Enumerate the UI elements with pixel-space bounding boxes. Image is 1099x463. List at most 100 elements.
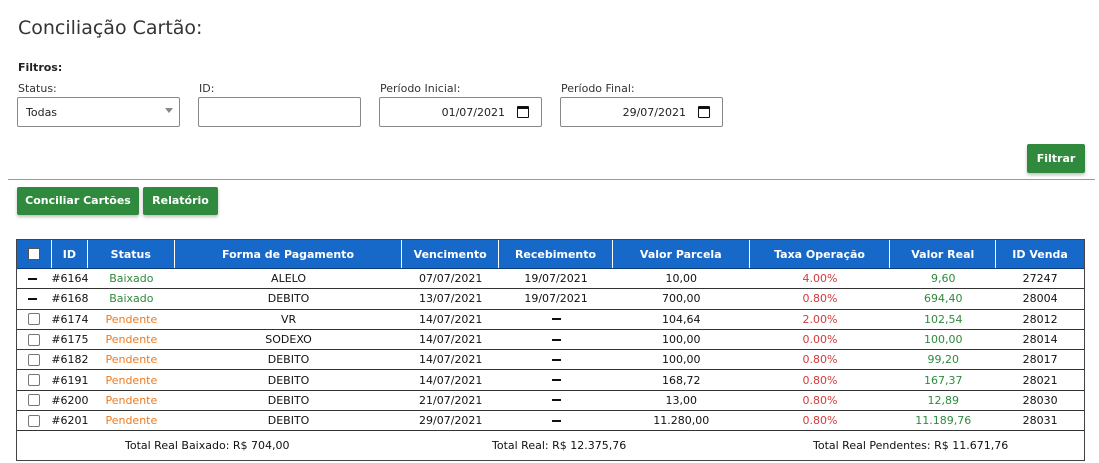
cell-status: Pendente (105, 333, 158, 347)
cell-recebimento (499, 310, 613, 329)
row-select-cell (17, 310, 52, 329)
cell-valor-real: 11.189,76 (915, 414, 972, 428)
cell-valor-real: 99,20 (927, 353, 960, 367)
row-checkbox[interactable] (28, 353, 40, 366)
total-real: Total Real: R$ 12.375,76 (492, 439, 627, 453)
row-checkbox[interactable] (28, 313, 40, 326)
cell-vencimento: 29/07/2021 (419, 414, 483, 428)
cell-forma-pagamento: VR (280, 312, 297, 326)
table-row[interactable]: #6191 Pendente DEBITO 14/07/2021 168,72 0.80%… (17, 370, 1084, 391)
periodo-final-input[interactable]: 29/07/2021 (560, 97, 723, 127)
cell-vencimento: 14/07/2021 (419, 373, 483, 387)
cell-recebimento (499, 330, 613, 349)
cell-vencimento: 14/07/2021 (419, 333, 483, 347)
col-header-recebimento[interactable]: Recebimento (499, 240, 613, 268)
filtrar-button[interactable]: Filtrar (1027, 144, 1085, 173)
periodo-inicial-label: Período Inicial: (380, 82, 461, 95)
cell-id-venda: 28004 (1022, 292, 1058, 306)
minus-icon (551, 338, 561, 341)
page-title: Conciliação Cartão: (18, 17, 203, 39)
divider (8, 179, 1095, 180)
table-body: #6164 Baixado ALELO 07/07/2021 19/07/2021 10,… (17, 269, 1084, 432)
cell-valor-real: 12,89 (927, 393, 960, 407)
row-checkbox[interactable] (28, 394, 40, 407)
cell-vencimento: 14/07/2021 (419, 353, 483, 367)
row-select-cell (17, 370, 52, 389)
cell-valor-parcela: 13,00 (665, 393, 698, 407)
cell-recebimento: 19/07/2021 (499, 289, 613, 308)
calendar-icon[interactable] (517, 106, 529, 118)
cell-id: #6168 (51, 292, 89, 306)
col-header-taxa-operacao[interactable]: Taxa Operação (750, 240, 891, 268)
cell-status: Pendente (105, 393, 158, 407)
cell-valor-parcela: 100,00 (662, 333, 701, 347)
col-header-id-venda[interactable]: ID Venda (996, 240, 1084, 268)
cell-vencimento: 21/07/2021 (419, 393, 483, 407)
cell-taxa-operacao: 0.00% (802, 333, 838, 347)
cell-taxa-operacao: 2.00% (802, 312, 838, 326)
row-checkbox[interactable] (28, 333, 40, 346)
col-header-status[interactable]: Status (88, 240, 175, 268)
cell-id: #6200 (51, 393, 89, 407)
cell-valor-parcela: 104,64 (662, 312, 701, 326)
calendar-icon[interactable] (698, 106, 710, 118)
cell-forma-pagamento: DEBITO (267, 353, 310, 367)
cell-valor-real: 694,40 (924, 292, 963, 306)
col-header-id[interactable]: ID (52, 240, 88, 268)
row-checkbox[interactable] (28, 374, 40, 387)
minus-icon (551, 419, 561, 422)
cell-valor-parcela: 168,72 (662, 373, 701, 387)
table-row[interactable]: #6175 Pendente SODEXO 14/07/2021 100,00 0.00%… (17, 330, 1084, 351)
cell-status: Baixado (109, 272, 154, 286)
cell-status: Pendente (105, 353, 158, 367)
minus-icon (551, 358, 561, 361)
cell-id: #6174 (51, 312, 89, 326)
periodo-final-label: Período Final: (561, 82, 635, 95)
minus-icon (28, 297, 37, 300)
cell-taxa-operacao: 0.80% (802, 292, 838, 306)
row-select-cell (17, 289, 52, 308)
table-totals: Total Real Baixado: R$ 704,00 Total Real… (17, 431, 1084, 461)
col-header-valor-real[interactable]: Valor Real (890, 240, 997, 268)
table-row[interactable]: #6201 Pendente DEBITO 29/07/2021 11.280,00 0.… (17, 411, 1084, 432)
table-row[interactable]: #6200 Pendente DEBITO 21/07/2021 13,00 0.80% 1… (17, 391, 1084, 412)
cell-taxa-operacao: 0.80% (802, 414, 838, 428)
cell-id: #6175 (51, 333, 89, 347)
cell-valor-real: 9,60 (931, 272, 956, 286)
row-select-cell (17, 411, 52, 430)
minus-icon (551, 379, 561, 382)
col-header-valor-parcela[interactable]: Valor Parcela (613, 240, 750, 268)
cell-valor-real: 167,37 (924, 373, 963, 387)
cell-recebimento-value: 19/07/2021 (524, 292, 588, 306)
cell-id-venda: 28012 (1022, 312, 1058, 326)
cell-taxa-operacao: 0.80% (802, 373, 838, 387)
status-select[interactable]: Todas (17, 97, 180, 127)
cell-vencimento: 07/07/2021 (419, 272, 483, 286)
table-row[interactable]: #6168 Baixado DEBITO 13/07/2021 19/07/2021 70… (17, 289, 1084, 310)
conciliacao-table: ID Status Forma de Pagamento Vencimento … (16, 239, 1085, 461)
cell-recebimento: 19/07/2021 (499, 269, 613, 288)
col-header-vencimento[interactable]: Vencimento (402, 240, 500, 268)
table-row[interactable]: #6174 Pendente VR 14/07/2021 104,64 2.00% 102,… (17, 310, 1084, 330)
relatorio-button[interactable]: Relatório (143, 187, 218, 215)
row-checkbox[interactable] (28, 414, 40, 427)
conciliar-cartoes-button[interactable]: Conciliar Cartões (17, 187, 139, 215)
select-all-cell (17, 240, 52, 268)
cell-vencimento: 13/07/2021 (419, 292, 483, 306)
periodo-inicial-input[interactable]: 01/07/2021 (379, 97, 542, 127)
select-all-checkbox[interactable] (27, 248, 40, 260)
table-row[interactable]: #6164 Baixado ALELO 07/07/2021 19/07/2021 10,… (17, 269, 1084, 290)
col-header-forma-pagamento[interactable]: Forma de Pagamento (175, 240, 403, 268)
cell-id-venda: 27247 (1022, 272, 1058, 286)
cell-taxa-operacao: 0.80% (802, 393, 838, 407)
id-input[interactable] (198, 97, 361, 127)
total-pendentes: Total Real Pendentes: R$ 11.671,76 (813, 439, 1009, 453)
table-row[interactable]: #6182 Pendente DEBITO 14/07/2021 100,00 0.80%… (17, 350, 1084, 371)
cell-recebimento (499, 411, 613, 430)
cell-taxa-operacao: 4.00% (802, 272, 838, 286)
status-label: Status: (18, 82, 57, 95)
cell-valor-real: 102,54 (924, 312, 963, 326)
cell-forma-pagamento: DEBITO (267, 393, 310, 407)
minus-icon (551, 318, 561, 321)
total-baixado: Total Real Baixado: R$ 704,00 (125, 439, 290, 453)
